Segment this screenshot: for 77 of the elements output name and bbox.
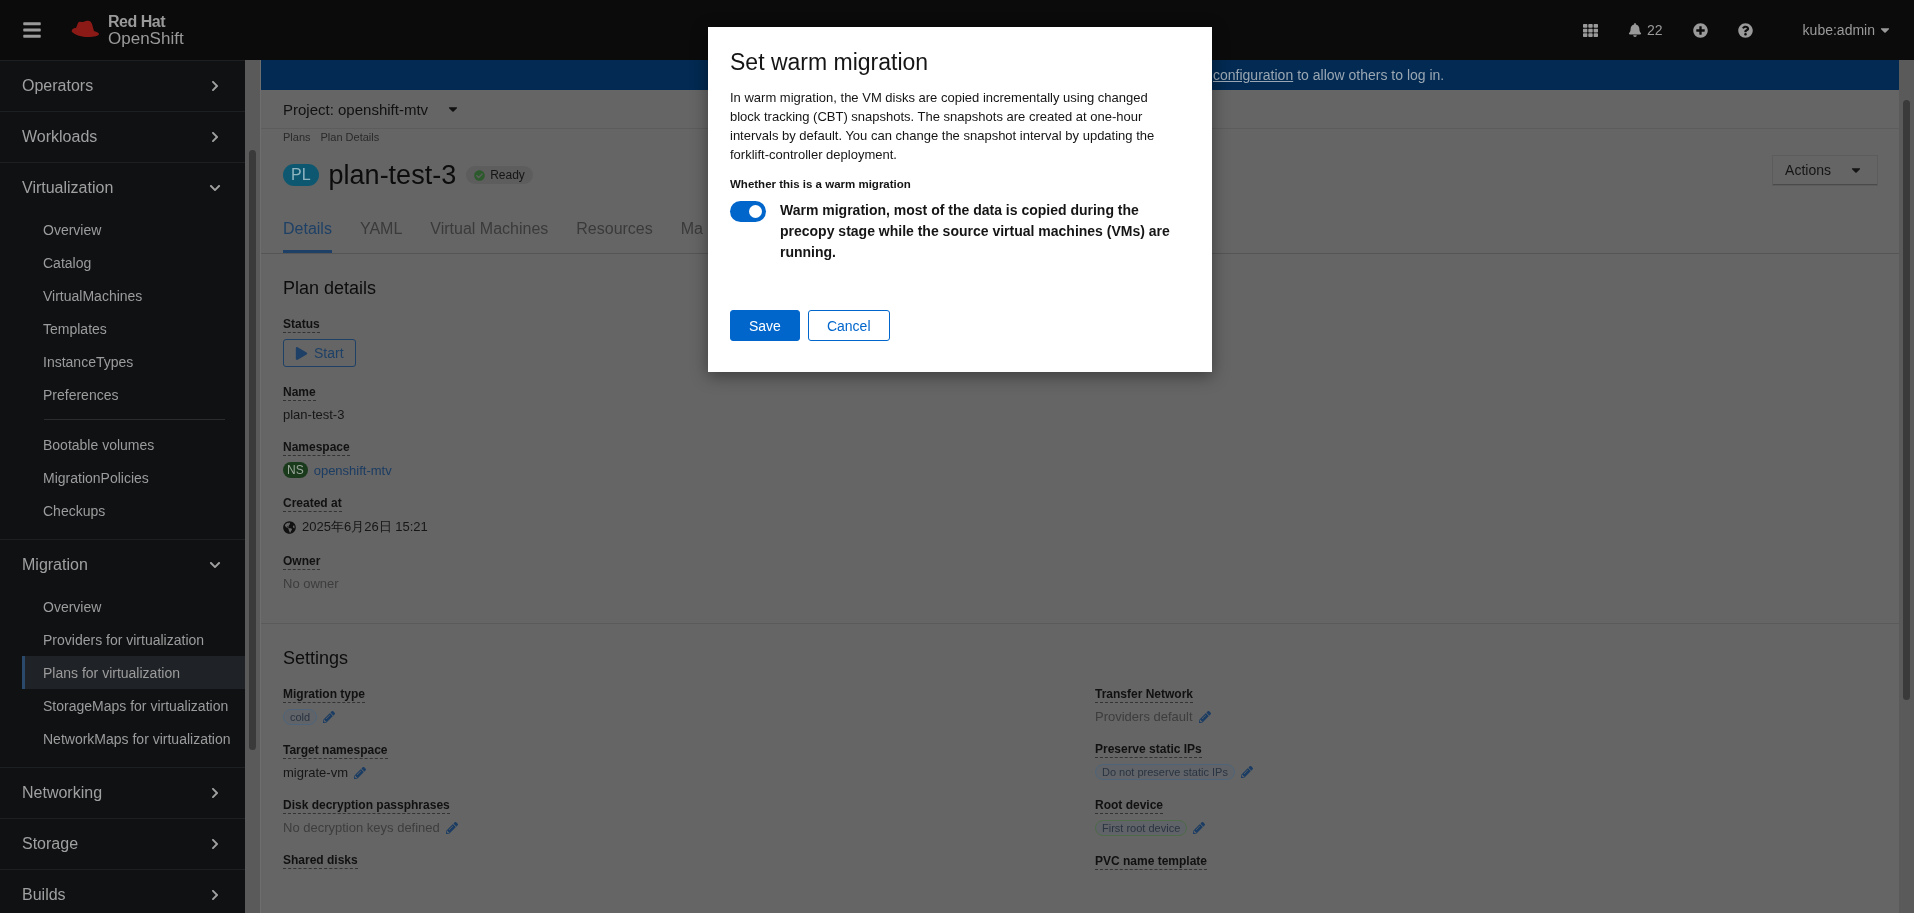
play-icon [295,346,308,360]
product-name: OpenShift [108,29,184,47]
nav-item[interactable]: VirtualMachines [22,279,245,312]
namespace-badge: NS [283,462,308,478]
field-label: Status [283,317,320,333]
page-title: plan-test-3 [328,159,457,191]
field-label: Created at [283,496,342,512]
nav-item[interactable]: Catalog [22,246,245,279]
pencil-icon[interactable] [1240,766,1253,778]
field-label: Namespace [283,440,350,456]
field-label: PVC name template [1095,854,1208,870]
nav-item[interactable]: InstanceTypes [22,345,245,378]
chevron-right-icon [209,131,221,143]
field-label: Target namespace [283,743,388,759]
field-label: Transfer Network [1095,687,1194,703]
configuration-link[interactable]: configuration [1213,67,1294,83]
modal-title: Set warm migration [730,49,930,76]
field-label: Owner [283,554,321,570]
pencil-icon[interactable] [323,711,336,723]
nav-group[interactable]: Storage [0,819,245,869]
field-label: Preserve static IPs [1095,742,1202,758]
nav-group[interactable]: Workloads [0,112,245,162]
switch-label: Warm migration, most of the data is copied during the precopy stage while the source virtual machines (VMs) are running. [780,201,1171,262]
nav-item[interactable]: Overview [22,590,245,623]
nav-item[interactable]: Checkups [22,494,245,527]
field-label: Root device [1095,798,1163,814]
nav-item[interactable]: StorageMaps for virtualization [22,689,245,722]
brand-name: Red Hat [108,13,167,30]
nav-group[interactable]: Virtualization [0,163,245,213]
nav-group[interactable]: Builds [0,870,245,913]
pencil-icon[interactable] [354,766,366,779]
nav-item[interactable]: Providers for virtualization [22,623,245,656]
section-heading: Settings [283,648,350,669]
nav-item[interactable]: Overview [22,213,245,246]
nav-item[interactable]: Preferences [22,378,245,411]
field-value: migrate-vm [283,765,348,780]
nav-group[interactable]: Operators [0,61,245,111]
nav-group[interactable]: Networking [0,768,245,818]
modal-description: In warm migration, the VM disks are copied incrementally using changed block tracking (CBT) snapshots. The snapshots are created at one-hour intervals by default. You can change the snapshot interval by updating the forklift-controller deployment. [730,89,1156,164]
user-menu[interactable]: kube:admin [1802,22,1892,38]
section-heading: Plan details [283,278,378,299]
app-grid-icon[interactable] [1583,22,1599,38]
pencil-icon[interactable] [1198,710,1211,723]
menu-icon[interactable] [22,20,42,40]
field-label: Migration type [283,687,365,703]
bell-icon[interactable] [1628,23,1643,37]
field-value: plan-test-3 [283,407,345,422]
cancel-button[interactable]: Cancel [807,310,890,341]
field-label: Whether this is a warm migration [730,178,912,190]
save-button[interactable]: Save [730,310,800,341]
field-label: Name [283,385,316,401]
field-label: Disk decryption passphrases [283,798,450,814]
chevron-right-icon [209,838,221,850]
banner-text: to allow others to log in. [1297,67,1445,83]
nav-group[interactable]: Migration [0,540,245,590]
nav-item[interactable]: Bootable volumes [22,428,245,461]
resource-badge: PL [283,164,319,186]
chevron-down-icon [209,559,221,571]
nav-item[interactable]: NetworkMaps for virtualization [22,722,245,755]
nav-item[interactable]: MigrationPolicies [22,461,245,494]
pencil-icon[interactable] [1193,822,1206,834]
warm-migration-switch[interactable] [730,201,766,222]
chevron-down-icon [209,182,221,194]
scrollbar[interactable] [245,60,260,913]
help-icon[interactable] [1737,22,1753,38]
field-value: 2025年6月26日 15:21 [302,518,428,536]
status-label: Ready [466,166,533,184]
notification-count: 22 [1647,22,1663,38]
pencil-icon[interactable] [445,821,458,834]
chevron-right-icon [209,787,221,799]
scrollbar[interactable] [1899,60,1914,913]
globe-icon [283,520,296,534]
chevron-right-icon [209,80,221,92]
nav-item[interactable]: Plans for virtualization [22,656,245,689]
field-label: Shared disks [283,853,358,869]
nav-item[interactable]: Templates [22,312,245,345]
chevron-right-icon [209,889,221,901]
